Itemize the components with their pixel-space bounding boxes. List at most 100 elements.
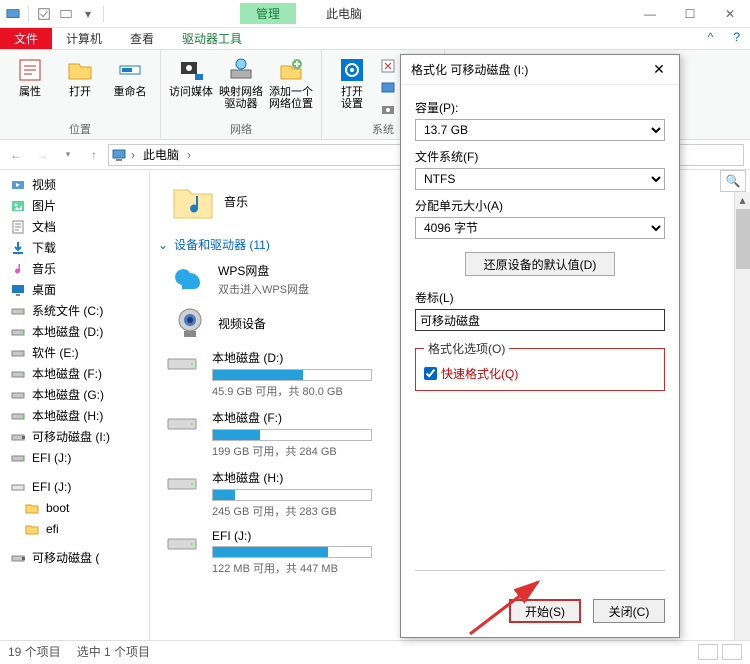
sidebar-item-label: 软件 (E:) (32, 344, 79, 361)
downloads-icon (10, 240, 26, 256)
sidebar-item[interactable]: 视频 (0, 174, 149, 195)
drive-icon (166, 355, 198, 373)
drive-open-icon (10, 479, 26, 495)
group-location-label: 位置 (8, 121, 152, 139)
drive-icon (10, 345, 26, 361)
sidebar-item[interactable]: EFI (J:) (0, 476, 149, 497)
dialog-close-button[interactable]: ✕ (649, 61, 669, 78)
this-pc-icon (111, 147, 127, 163)
tab-drive-tools[interactable]: 驱动器工具 (168, 28, 256, 49)
sidebar-item[interactable]: 音乐 (0, 258, 149, 279)
quick-format-input[interactable] (424, 367, 437, 380)
forward-button[interactable]: → (32, 145, 52, 165)
webcam-icon (172, 305, 208, 341)
sidebar-item-label: EFI (J:) (32, 480, 71, 494)
drive-icon (10, 303, 26, 319)
sidebar-item[interactable]: boot (0, 497, 149, 518)
sidebar-item-label: 可移动磁盘 (I:) (32, 428, 110, 445)
sidebar-item-label: 可移动磁盘 ( (32, 549, 99, 566)
vertical-scrollbar[interactable]: ▴ (734, 192, 750, 640)
quick-access-toolbar: ▾ (0, 6, 110, 22)
sidebar-item[interactable]: 桌面 (0, 279, 149, 300)
status-selected-count: 选中 1 个项目 (77, 643, 150, 660)
close-button[interactable]: 关闭(C) (593, 599, 665, 623)
format-dialog: 格式化 可移动磁盘 (I:) ✕ 容量(P): 13.7 GB 文件系统(F) … (400, 54, 680, 638)
sidebar-item-label: 图片 (32, 197, 56, 214)
qat-dropdown-icon[interactable]: ▾ (81, 7, 95, 21)
view-icons-button[interactable] (722, 644, 742, 660)
app-icon (6, 7, 20, 21)
sidebar-item[interactable]: 下载 (0, 237, 149, 258)
maximize-button[interactable]: ☐ (670, 0, 710, 28)
sidebar-item[interactable]: EFI (J:) (0, 447, 149, 468)
sidebar-item-label: boot (46, 501, 69, 515)
tab-view[interactable]: 查看 (116, 28, 168, 49)
start-button[interactable]: 开始(S) (509, 599, 581, 623)
sidebar-item-label: 音乐 (32, 260, 56, 277)
scroll-thumb[interactable] (736, 209, 750, 269)
minimize-button[interactable]: — (630, 0, 670, 28)
sidebar-item-label: EFI (J:) (32, 451, 71, 465)
close-button[interactable]: ✕ (710, 0, 750, 28)
open-settings-button[interactable]: 打开 设置 (330, 54, 374, 121)
view-details-button[interactable] (698, 644, 718, 660)
qat-icon-2[interactable] (59, 7, 73, 21)
breadcrumb-this-pc[interactable]: 此电脑 (139, 146, 183, 163)
tab-computer[interactable]: 计算机 (52, 28, 116, 49)
filesystem-select[interactable]: NTFS (415, 168, 665, 190)
capacity-label: 容量(P): (415, 99, 665, 116)
restore-defaults-button[interactable]: 还原设备的默认值(D) (465, 252, 615, 276)
sidebar-item[interactable]: 本地磁盘 (H:) (0, 405, 149, 426)
sidebar-item[interactable]: 系统文件 (C:) (0, 300, 149, 321)
sidebar-item[interactable]: 本地磁盘 (D:) (0, 321, 149, 342)
sidebar-item[interactable]: 本地磁盘 (G:) (0, 384, 149, 405)
drive-icon (10, 366, 26, 382)
recent-dropdown[interactable]: ▾ (58, 145, 78, 165)
sidebar-item[interactable]: 可移动磁盘 ( (0, 547, 149, 568)
sidebar-item[interactable]: 软件 (E:) (0, 342, 149, 363)
sidebar-item[interactable]: 可移动磁盘 (I:) (0, 426, 149, 447)
scroll-up-icon[interactable]: ▴ (735, 192, 750, 208)
map-drive-button[interactable]: 映射网络 驱动器 (219, 54, 263, 121)
capacity-select[interactable]: 13.7 GB (415, 119, 665, 141)
usb-icon (10, 429, 26, 445)
add-network-location-button[interactable]: 添加一个 网络位置 (269, 54, 313, 121)
quick-format-checkbox[interactable]: 快速格式化(Q) (424, 365, 656, 382)
ribbon-collapse-icon[interactable]: ^ (698, 28, 724, 49)
music-icon (10, 261, 26, 277)
back-button[interactable]: ← (6, 145, 26, 165)
drive-icon (10, 324, 26, 340)
group-network-label: 网络 (169, 121, 313, 139)
sidebar-item[interactable]: 文档 (0, 216, 149, 237)
folder-icon (24, 500, 40, 516)
sidebar-item-label: efi (46, 522, 59, 536)
chevron-right-icon[interactable]: › (131, 148, 135, 162)
desktop-icon (10, 282, 26, 298)
sidebar-item[interactable]: 图片 (0, 195, 149, 216)
allocation-select[interactable]: 4096 字节 (415, 217, 665, 239)
volume-label-input[interactable] (415, 309, 665, 331)
drive-usage-bar (212, 429, 372, 441)
sidebar-item-label: 本地磁盘 (G:) (32, 386, 104, 403)
cloud-icon (172, 261, 208, 297)
sidebar-item[interactable]: efi (0, 518, 149, 539)
drive-icon (10, 408, 26, 424)
help-icon[interactable]: ? (723, 28, 750, 49)
sidebar-item-label: 本地磁盘 (F:) (32, 365, 102, 382)
pictures-icon (10, 198, 26, 214)
qat-icon-1[interactable] (37, 7, 51, 21)
properties-button[interactable]: 属性 (8, 54, 52, 121)
up-button[interactable]: ↑ (84, 145, 104, 165)
drive-icon (166, 415, 198, 433)
open-button[interactable]: 打开 (58, 54, 102, 121)
rename-button[interactable]: 重命名 (108, 54, 152, 121)
drive-usage-bar (212, 489, 372, 501)
sidebar-item-label: 桌面 (32, 281, 56, 298)
drive-icon (10, 387, 26, 403)
chevron-right-icon[interactable]: › (187, 148, 191, 162)
sidebar-item-label: 本地磁盘 (H:) (32, 407, 103, 424)
status-bar: 19 个项目 选中 1 个项目 (0, 640, 750, 662)
sidebar-item[interactable]: 本地磁盘 (F:) (0, 363, 149, 384)
access-media-button[interactable]: 访问媒体 (169, 54, 213, 121)
tab-file[interactable]: 文件 (0, 28, 52, 49)
